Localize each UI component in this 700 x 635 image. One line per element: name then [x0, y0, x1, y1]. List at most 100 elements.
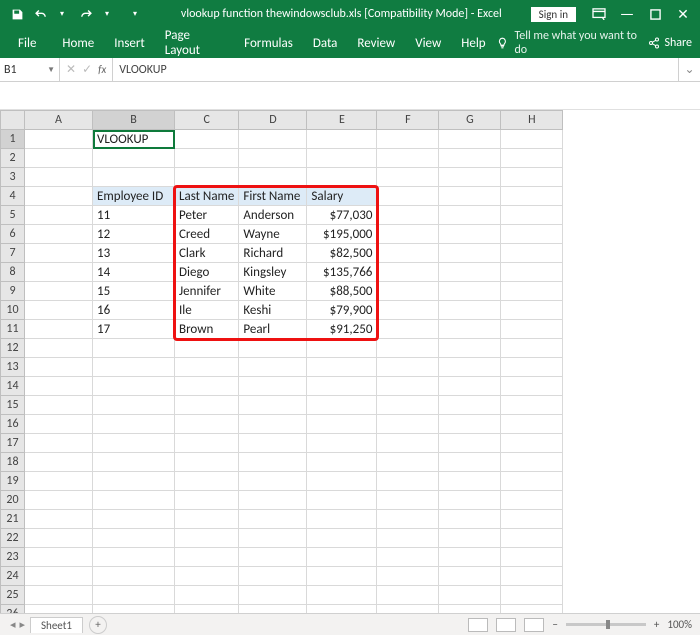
- cell-F4[interactable]: [377, 187, 439, 206]
- cell-B3[interactable]: [93, 168, 175, 187]
- cell-G3[interactable]: [439, 168, 501, 187]
- cell-H23[interactable]: [501, 548, 563, 567]
- cell-A1[interactable]: [25, 130, 93, 149]
- view-page-layout-button[interactable]: [496, 618, 516, 632]
- cell-B25[interactable]: [93, 586, 175, 605]
- ribbon-display-options-icon[interactable]: [586, 3, 612, 25]
- cell-B19[interactable]: [93, 472, 175, 491]
- cell-B6[interactable]: 12: [93, 225, 175, 244]
- row-header-12[interactable]: 12: [1, 339, 25, 358]
- cell-G17[interactable]: [439, 434, 501, 453]
- cell-C13[interactable]: [175, 358, 239, 377]
- cell-H26[interactable]: [501, 605, 563, 614]
- cell-H13[interactable]: [501, 358, 563, 377]
- tab-formulas[interactable]: Formulas: [234, 30, 303, 57]
- cell-E1[interactable]: [307, 130, 377, 149]
- cell-B21[interactable]: [93, 510, 175, 529]
- cell-F5[interactable]: [377, 206, 439, 225]
- cell-E3[interactable]: [307, 168, 377, 187]
- cell-H4[interactable]: [501, 187, 563, 206]
- name-box[interactable]: B1 ▼: [0, 58, 60, 81]
- cell-H18[interactable]: [501, 453, 563, 472]
- row-header-8[interactable]: 8: [1, 263, 25, 282]
- tab-help[interactable]: Help: [451, 30, 495, 57]
- row-header-26[interactable]: 26: [1, 605, 25, 614]
- cell-H8[interactable]: [501, 263, 563, 282]
- cell-D4[interactable]: First Name: [239, 187, 307, 206]
- cell-H2[interactable]: [501, 149, 563, 168]
- cell-A9[interactable]: [25, 282, 93, 301]
- cell-A5[interactable]: [25, 206, 93, 225]
- cell-A6[interactable]: [25, 225, 93, 244]
- cell-B1[interactable]: VLOOKUP: [93, 130, 175, 149]
- cell-H25[interactable]: [501, 586, 563, 605]
- view-page-break-button[interactable]: [524, 618, 544, 632]
- cell-E24[interactable]: [307, 567, 377, 586]
- cell-A19[interactable]: [25, 472, 93, 491]
- cell-D11[interactable]: Pearl: [239, 320, 307, 339]
- cell-G6[interactable]: [439, 225, 501, 244]
- cell-G14[interactable]: [439, 377, 501, 396]
- row-header-3[interactable]: 3: [1, 168, 25, 187]
- col-header-B[interactable]: B: [93, 111, 175, 130]
- cell-B20[interactable]: [93, 491, 175, 510]
- cell-D16[interactable]: [239, 415, 307, 434]
- cell-G16[interactable]: [439, 415, 501, 434]
- cell-F20[interactable]: [377, 491, 439, 510]
- share-button[interactable]: Share: [648, 36, 692, 50]
- cell-G19[interactable]: [439, 472, 501, 491]
- cell-A12[interactable]: [25, 339, 93, 358]
- cell-E17[interactable]: [307, 434, 377, 453]
- tab-file[interactable]: File: [8, 30, 46, 57]
- row-header-1[interactable]: 1: [1, 130, 25, 149]
- col-header-H[interactable]: H: [501, 111, 563, 130]
- row-header-15[interactable]: 15: [1, 396, 25, 415]
- qat-customize-icon[interactable]: ▾: [124, 3, 146, 25]
- cell-E22[interactable]: [307, 529, 377, 548]
- cell-E15[interactable]: [307, 396, 377, 415]
- tab-view[interactable]: View: [405, 30, 451, 57]
- cell-D26[interactable]: [239, 605, 307, 614]
- redo-dropdown-icon[interactable]: ▾: [96, 3, 118, 25]
- cell-C20[interactable]: [175, 491, 239, 510]
- cell-G1[interactable]: [439, 130, 501, 149]
- cell-G22[interactable]: [439, 529, 501, 548]
- cell-C24[interactable]: [175, 567, 239, 586]
- cell-E20[interactable]: [307, 491, 377, 510]
- cell-A2[interactable]: [25, 149, 93, 168]
- cell-C12[interactable]: [175, 339, 239, 358]
- cell-D1[interactable]: [239, 130, 307, 149]
- cell-F3[interactable]: [377, 168, 439, 187]
- cell-H19[interactable]: [501, 472, 563, 491]
- cell-G12[interactable]: [439, 339, 501, 358]
- cell-G25[interactable]: [439, 586, 501, 605]
- cell-B10[interactable]: 16: [93, 301, 175, 320]
- cell-D23[interactable]: [239, 548, 307, 567]
- cell-D6[interactable]: Wayne: [239, 225, 307, 244]
- insert-function-button[interactable]: fx: [98, 63, 106, 76]
- cell-E13[interactable]: [307, 358, 377, 377]
- cell-H11[interactable]: [501, 320, 563, 339]
- cell-D5[interactable]: Anderson: [239, 206, 307, 225]
- cell-F2[interactable]: [377, 149, 439, 168]
- cell-B11[interactable]: 17: [93, 320, 175, 339]
- row-header-7[interactable]: 7: [1, 244, 25, 263]
- cell-A17[interactable]: [25, 434, 93, 453]
- cell-C7[interactable]: Clark: [175, 244, 239, 263]
- cell-E14[interactable]: [307, 377, 377, 396]
- cell-B9[interactable]: 15: [93, 282, 175, 301]
- row-header-11[interactable]: 11: [1, 320, 25, 339]
- cell-C18[interactable]: [175, 453, 239, 472]
- tab-home[interactable]: Home: [52, 30, 104, 57]
- cell-G24[interactable]: [439, 567, 501, 586]
- cell-F22[interactable]: [377, 529, 439, 548]
- cell-G5[interactable]: [439, 206, 501, 225]
- cell-A7[interactable]: [25, 244, 93, 263]
- cell-G26[interactable]: [439, 605, 501, 614]
- cell-B13[interactable]: [93, 358, 175, 377]
- cell-D10[interactable]: Keshi: [239, 301, 307, 320]
- cell-A26[interactable]: [25, 605, 93, 614]
- cell-H10[interactable]: [501, 301, 563, 320]
- expand-formula-bar-icon[interactable]: ⌄: [678, 58, 700, 81]
- cell-B4[interactable]: Employee ID: [93, 187, 175, 206]
